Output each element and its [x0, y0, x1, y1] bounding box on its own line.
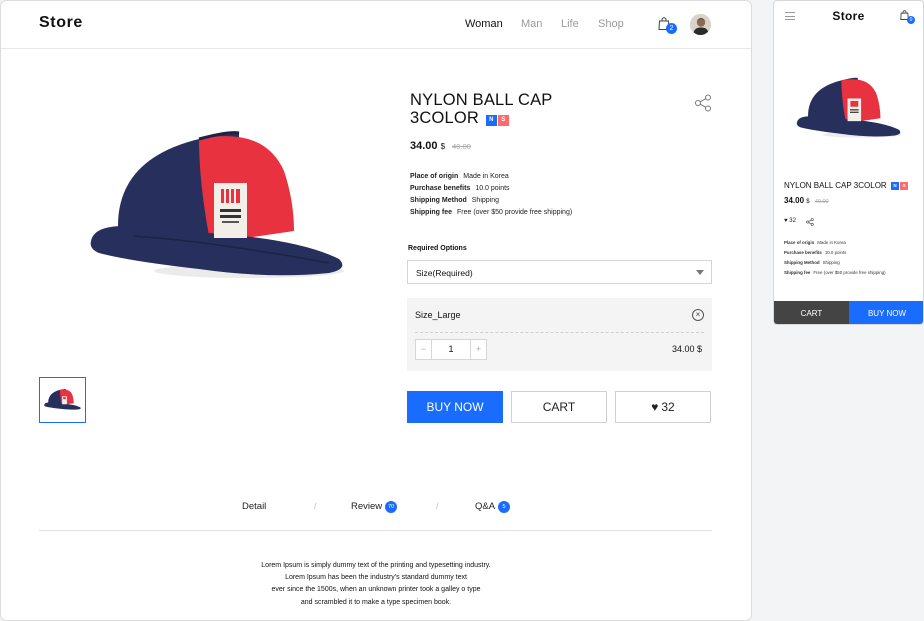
info-label: Place of origin: [784, 240, 815, 245]
selected-option-name: Size_Large: [415, 310, 461, 320]
size-select[interactable]: Size(Required): [407, 260, 712, 284]
info-value: Shipping: [822, 260, 840, 265]
info-value: Made in Korea: [817, 240, 846, 245]
info-shipping-method: Shipping Method Shipping: [410, 197, 499, 204]
mobile-title-text: NYLON BALL CAP 3COLOR: [784, 181, 887, 190]
tab-qa[interactable]: Q&A 5: [475, 501, 511, 513]
tab-review[interactable]: Review 70: [351, 501, 398, 513]
qa-count-badge: 5: [498, 501, 511, 513]
nav-shop[interactable]: Shop: [598, 18, 624, 30]
mobile-like-count: 32: [789, 218, 796, 224]
product-price: 34.00 $ 40.00: [410, 140, 471, 152]
share-icon[interactable]: [694, 94, 712, 112]
option-divider: [415, 332, 704, 333]
review-count-badge: 70: [385, 501, 398, 513]
mobile-like-button[interactable]: ♥ 32: [784, 218, 796, 224]
selected-option-price: 34.00 $: [671, 344, 702, 354]
info-value: Shipping: [471, 197, 500, 204]
info-origin: Place of origin Made in Korea: [410, 173, 509, 180]
tabs-divider: [39, 530, 712, 531]
cart-count-badge: 2: [666, 23, 677, 34]
price-currency: $: [806, 199, 810, 205]
like-count: 32: [661, 400, 675, 414]
old-price: 40.00: [452, 142, 471, 151]
sale-tag: S: [899, 182, 908, 190]
info-label: Shipping Method: [410, 197, 467, 204]
caret-down-icon: [696, 270, 704, 275]
close-circle-icon[interactable]: ×: [692, 309, 704, 321]
heart-icon: ♥: [784, 218, 788, 224]
mobile-product-price: 34.00 $ 40.00: [784, 196, 829, 205]
mobile-cart-button[interactable]: CART: [774, 301, 849, 324]
mobile-info-benefits: Purchase benefits 10.0 points: [784, 250, 846, 255]
mobile-info-shipping-fee: Shipping fee Free (over $50 provide free …: [784, 270, 886, 275]
product-title-line2: 3COLOR: [410, 109, 480, 127]
mobile-product-image: [796, 77, 902, 138]
new-tag: N: [890, 182, 899, 190]
info-label: Shipping fee: [784, 270, 811, 275]
info-label: Place of origin: [410, 173, 459, 180]
mobile-buy-now-button[interactable]: BUY NOW: [849, 301, 923, 324]
mobile-product-title: NYLON BALL CAP 3COLOR NS: [784, 181, 908, 190]
size-select-value: Size(Required): [416, 268, 473, 278]
info-label: Shipping fee: [410, 209, 452, 216]
info-value: 10.0 points: [475, 185, 510, 192]
quantity-input[interactable]: 1: [431, 340, 471, 359]
product-image: [90, 131, 344, 278]
info-label: Shipping Method: [784, 260, 820, 265]
price-currency: $: [440, 142, 446, 151]
like-button[interactable]: ♥ 32: [615, 391, 711, 423]
description-line: and scrambled it to make a type specimen…: [300, 598, 452, 606]
buy-now-button[interactable]: BUY NOW: [407, 391, 503, 423]
nav-woman[interactable]: Woman: [465, 18, 503, 30]
quantity-stepper: − 1 +: [415, 339, 487, 360]
nav-man[interactable]: Man: [521, 18, 542, 30]
heart-icon: ♥: [651, 400, 659, 414]
info-value: Made in Korea: [463, 173, 509, 180]
required-options-label: Required Options: [408, 245, 467, 252]
cart-button[interactable]: CART: [511, 391, 607, 423]
info-label: Purchase benefits: [410, 185, 471, 192]
increment-button[interactable]: +: [471, 340, 486, 359]
nav-life[interactable]: Life: [561, 18, 579, 30]
selected-option-box: Size_Large × − 1 + 34.00 $: [407, 298, 712, 371]
new-tag: N: [485, 115, 497, 126]
old-price: 40.00: [814, 199, 829, 205]
share-icon[interactable]: [806, 218, 814, 226]
description-line: Lorem Ipsum is simply dummy text of the …: [261, 562, 491, 569]
header: Store Woman Man Life Shop 2: [1, 1, 751, 49]
product-title-line1: NYLON BALL CAP: [410, 91, 553, 109]
tab-detail[interactable]: Detail: [242, 501, 266, 512]
info-value: 10.0 points: [824, 250, 847, 255]
description-line: Lorem Ipsum has been the industry's stan…: [285, 574, 467, 582]
info-value: Free (over $50 provide free shipping): [457, 209, 573, 216]
info-label: Purchase benefits: [784, 250, 822, 255]
price-value: 34.00: [410, 140, 438, 152]
desktop-product-page: Store Woman Man Life Shop 2 NYLON BALL C…: [0, 0, 752, 621]
tab-separator: /: [314, 501, 317, 511]
tab-separator: /: [436, 501, 439, 511]
price-value: 34.00: [784, 196, 805, 205]
mobile-info-origin: Place of origin Made in Korea: [784, 240, 846, 245]
tab-qa-label: Q&A: [475, 501, 496, 512]
product-title: NYLON BALL CAP 3COLOR NS: [410, 91, 590, 127]
decrement-button[interactable]: −: [416, 340, 431, 359]
product-description: Lorem Ipsum is simply dummy text of the …: [201, 560, 551, 609]
mobile-cart-count-badge: 0: [907, 16, 915, 24]
info-benefits: Purchase benefits 10.0 points: [410, 185, 510, 192]
avatar[interactable]: [690, 14, 711, 35]
sale-tag: S: [497, 115, 509, 126]
product-thumbnail[interactable]: [39, 377, 86, 423]
mobile-product-page: Store 0 NYLON BALL CAP 3COLOR NS 34.00 $…: [773, 0, 924, 325]
info-value: Free (over $50 provide free shipping): [813, 270, 886, 275]
mobile-info-shipping-method: Shipping Method Shipping: [784, 260, 840, 265]
info-shipping-fee: Shipping fee Free (over $50 provide free …: [410, 209, 572, 216]
store-logo[interactable]: Store: [39, 14, 83, 32]
description-line: ever since the 1500s, when an unknown pr…: [271, 586, 481, 594]
tab-review-label: Review: [351, 501, 383, 512]
